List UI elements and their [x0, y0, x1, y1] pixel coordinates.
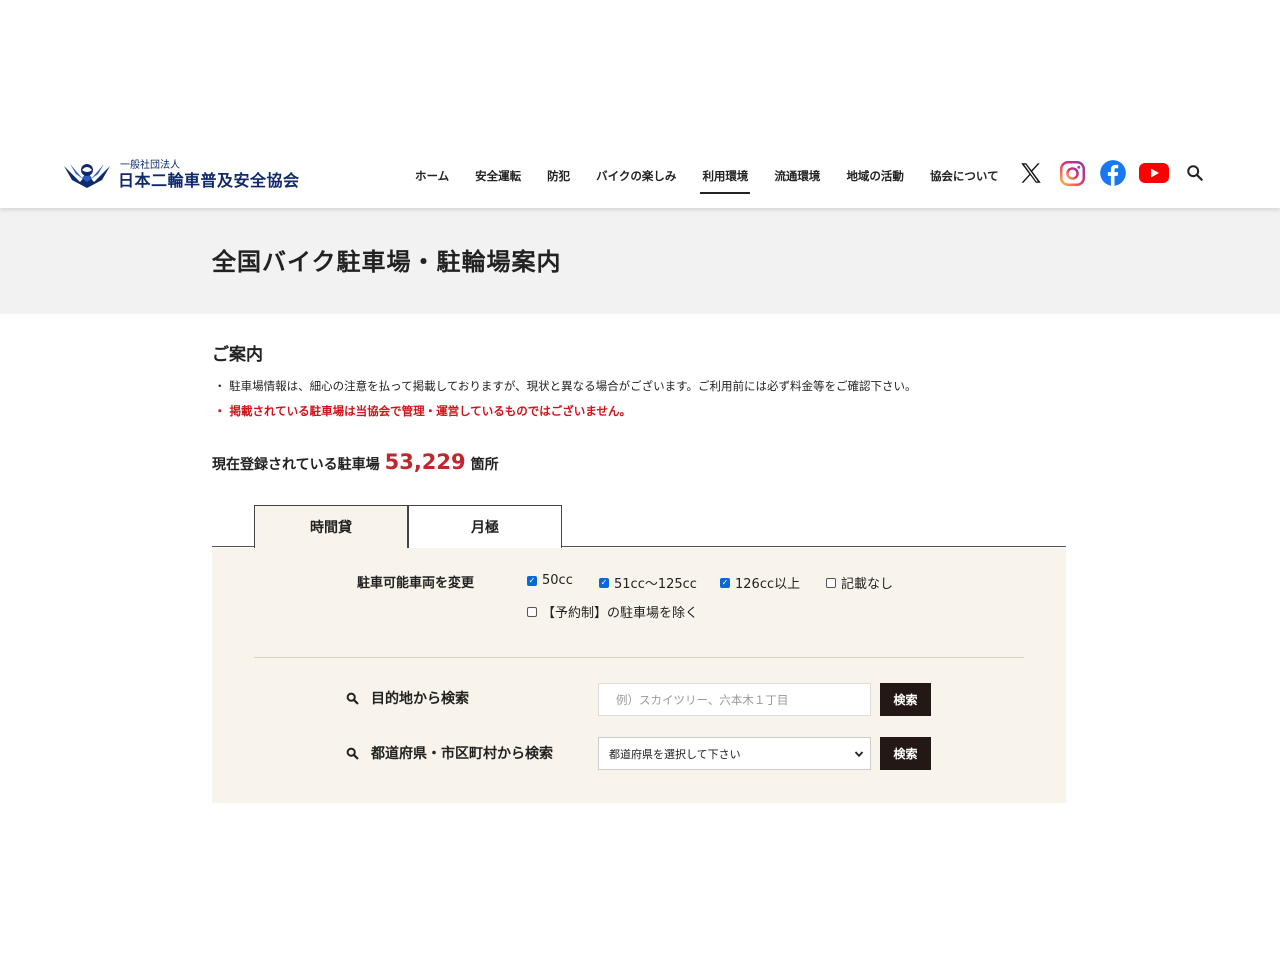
tab-hourly[interactable]: 時間貸: [254, 505, 408, 548]
logo-subtitle: 一般社団法人: [120, 160, 180, 171]
search-icon[interactable]: [1180, 158, 1210, 188]
chevron-down-icon: [854, 750, 864, 757]
facebook-icon[interactable]: [1098, 158, 1128, 188]
nav-usage-environment[interactable]: 利用環境: [698, 162, 752, 194]
registered-count: 現在登録されている駐車場 53,229 箇所: [212, 450, 499, 474]
tab-monthly[interactable]: 月極: [408, 505, 562, 548]
vehicle-filter-label: 駐車可能車両を変更: [357, 576, 475, 591]
checkbox-label: 記載なし: [841, 577, 894, 592]
destination-search-row: 目的地から検索: [346, 688, 469, 708]
checkbox-unchecked-icon[interactable]: [527, 606, 537, 617]
checkbox-label: 51cc～125cc: [614, 577, 697, 592]
notice-heading: ご案内: [212, 345, 263, 365]
search-icon: [346, 747, 359, 759]
youtube-icon[interactable]: [1139, 158, 1169, 188]
checkbox-checked-icon[interactable]: [599, 577, 609, 588]
nav-home[interactable]: ホーム: [411, 162, 453, 190]
checkbox-checked-icon[interactable]: [527, 575, 537, 586]
nav-bike-fun[interactable]: バイクの楽しみ: [592, 162, 680, 190]
prefecture-search-row: 都道府県・市区町村から検索: [346, 743, 553, 763]
prefecture-search-button[interactable]: 検索: [880, 737, 931, 770]
nav-local-activities[interactable]: 地域の活動: [842, 162, 908, 190]
search-panel: 駐車可能車両を変更 50cc 51cc～125cc 126cc以上 記載なし 【…: [212, 548, 1066, 803]
prefecture-select[interactable]: 都道府県を選択して下さい: [598, 737, 871, 770]
checkbox-unchecked-icon[interactable]: [826, 577, 836, 588]
checkbox-50cc[interactable]: 50cc: [527, 573, 573, 588]
prefecture-search-label: 都道府県・市区町村から検索: [371, 746, 553, 762]
checkbox-label: 126cc以上: [735, 577, 801, 592]
instagram-icon[interactable]: [1057, 158, 1087, 188]
nav-distribution[interactable]: 流通環境: [770, 162, 824, 190]
checkbox-label: 【予約制】の駐車場を除く: [542, 606, 699, 621]
social-links: [1016, 158, 1221, 188]
logo-text: 一般社団法人 日本二輪車普及安全協会: [118, 161, 300, 189]
destination-input[interactable]: 例）スカイツリー、六本木１丁目: [598, 683, 871, 716]
checkbox-label: 50cc: [542, 573, 573, 588]
nav-crime-prevention[interactable]: 防犯: [543, 162, 574, 190]
count-prefix: 現在登録されている駐車場: [212, 457, 380, 473]
notice-text: ・ 駐車場情報は、細心の注意を払って掲載しておりますが、現状と異なる場合がござい…: [214, 379, 917, 393]
logo-title: 日本二輪車普及安全協会: [118, 171, 300, 190]
checkbox-checked-icon[interactable]: [720, 577, 730, 588]
nav-safe-driving[interactable]: 安全運転: [471, 162, 525, 190]
logo-emblem-icon: [64, 164, 110, 188]
title-band: 全国バイク駐車場・駐輪場案内: [0, 208, 1280, 314]
destination-search-label: 目的地から検索: [371, 691, 469, 707]
prefecture-select-value: 都道府県を選択して下さい: [609, 747, 741, 761]
panel-divider: [254, 657, 1024, 658]
main-nav: ホーム 安全運転 防犯 バイクの楽しみ 利用環境 流通環境 地域の活動 協会につ…: [402, 162, 1012, 194]
page-title: 全国バイク駐車場・駐輪場案内: [212, 248, 562, 276]
checkbox-exclude-reservation[interactable]: 【予約制】の駐車場を除く: [527, 602, 698, 621]
count-value: 53,229: [384, 450, 466, 474]
destination-search-button[interactable]: 検索: [880, 683, 931, 716]
checkbox-126cc-plus[interactable]: 126cc以上: [720, 573, 800, 592]
checkbox-not-listed[interactable]: 記載なし: [826, 573, 893, 592]
site-logo[interactable]: 一般社団法人 日本二輪車普及安全協会: [62, 160, 300, 190]
count-suffix: 箇所: [470, 457, 499, 473]
tab-bar: 時間貸 月極: [212, 505, 1066, 548]
checkbox-51-125cc[interactable]: 51cc～125cc: [599, 573, 697, 592]
site-header: 一般社団法人 日本二輪車普及安全協会 ホーム 安全運転 防犯 バイクの楽しみ 利…: [0, 138, 1280, 208]
x-icon[interactable]: [1016, 158, 1046, 188]
search-icon: [346, 692, 359, 704]
nav-about[interactable]: 協会について: [926, 162, 1003, 190]
notice-warning: ・ 掲載されている駐車場は当協会で管理・運営しているものではございません。: [214, 404, 631, 418]
